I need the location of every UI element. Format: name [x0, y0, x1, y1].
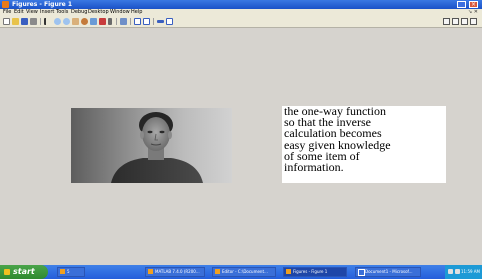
close-button[interactable]: ×: [469, 1, 478, 8]
taskbar-item-editor[interactable]: Editor - C:\Document...: [212, 267, 276, 277]
taskbar-item-matlab[interactable]: MATLAB 7.4.0 (R200...: [145, 267, 205, 277]
print-icon[interactable]: [30, 18, 37, 25]
start-button[interactable]: start: [0, 265, 48, 279]
figure-text: the one-way function so that the inverse…: [284, 104, 391, 175]
figure-toolbar: [0, 16, 482, 28]
colorbar-icon[interactable]: [120, 18, 127, 25]
menu-desktop[interactable]: Desktop: [88, 9, 109, 16]
minimize-button[interactable]: _: [457, 1, 466, 8]
menu-view[interactable]: View: [26, 9, 38, 16]
taskbar: start 5 MATLAB 7.4.0 (R200... Editor - C…: [0, 265, 482, 279]
taskbar-item-label: Document1 - Microsof...: [365, 269, 413, 274]
taskbar-item-figures[interactable]: Figures - Figure 1: [283, 267, 347, 277]
taskbar-item-folders[interactable]: 5: [57, 267, 85, 277]
title-bar: Figures - Figure 1 _ ×: [0, 0, 482, 9]
tray-network-icon[interactable]: [448, 269, 453, 274]
undock-close-controls[interactable]: ↘ ✕: [468, 9, 478, 16]
grayscale-face-image: [71, 108, 232, 183]
clock[interactable]: 11:59 AM: [461, 265, 480, 279]
menu-help[interactable]: Help: [131, 9, 142, 16]
taskbar-item-label: Editor - C:\Document...: [222, 269, 268, 274]
start-label: start: [13, 267, 35, 276]
zoom-in-icon[interactable]: [54, 18, 61, 25]
hide-plottools-icon[interactable]: [143, 18, 150, 25]
taskbar-item-label: MATLAB 7.4.0 (R200...: [155, 269, 200, 274]
taskbar-item-word[interactable]: Document1 - Microsof...: [355, 267, 421, 277]
window-title: Figures - Figure 1: [12, 1, 73, 8]
show-plottools-icon[interactable]: [166, 18, 173, 25]
menu-edit[interactable]: Edit: [14, 9, 24, 16]
datacursor-icon[interactable]: [90, 18, 97, 25]
menu-window[interactable]: Window: [110, 9, 130, 16]
windows-logo-icon: [4, 269, 10, 275]
menu-tools[interactable]: Tools: [56, 9, 68, 16]
layout-float-icon[interactable]: [470, 18, 477, 25]
folder-icon: [60, 269, 65, 274]
menu-insert[interactable]: Insert: [40, 9, 54, 16]
zoom-out-icon[interactable]: [63, 18, 70, 25]
taskbar-item-label: 5: [67, 269, 70, 274]
toolbar-separator: [130, 18, 131, 25]
toolbar-separator: [40, 18, 41, 25]
brush-icon[interactable]: [99, 18, 106, 25]
open-icon[interactable]: [12, 18, 19, 25]
layout-split-icon[interactable]: [452, 18, 459, 25]
menu-debug[interactable]: Debug: [71, 9, 87, 16]
save-icon[interactable]: [21, 18, 28, 25]
system-tray: 11:59 AM: [445, 265, 482, 279]
toolbar-separator: [153, 18, 154, 25]
figure-icon: [286, 269, 291, 274]
taskbar-item-label: Figures - Figure 1: [293, 269, 328, 274]
layout-grid-icon[interactable]: [461, 18, 468, 25]
tray-volume-icon[interactable]: [455, 269, 460, 274]
dock-line-icon[interactable]: [157, 20, 164, 23]
menu-bar: File Edit View Insert Tools Debug Deskto…: [0, 9, 482, 16]
matlab-icon: [148, 269, 153, 274]
word-icon: [358, 269, 365, 276]
pan-icon[interactable]: [72, 18, 79, 25]
editor-icon: [215, 269, 220, 274]
pointer-icon[interactable]: [44, 18, 51, 25]
legend-icon[interactable]: [134, 18, 141, 25]
face-image-drawing: [111, 112, 203, 183]
figure-app-icon: [2, 1, 9, 8]
new-icon[interactable]: [3, 18, 10, 25]
toolbar-separator: [116, 18, 117, 25]
rotate-icon[interactable]: [81, 18, 88, 25]
layout-single-icon[interactable]: [443, 18, 450, 25]
link-icon[interactable]: [108, 18, 112, 25]
figure-text-box: the one-way function so that the inverse…: [282, 104, 446, 183]
menu-file[interactable]: File: [3, 9, 11, 16]
